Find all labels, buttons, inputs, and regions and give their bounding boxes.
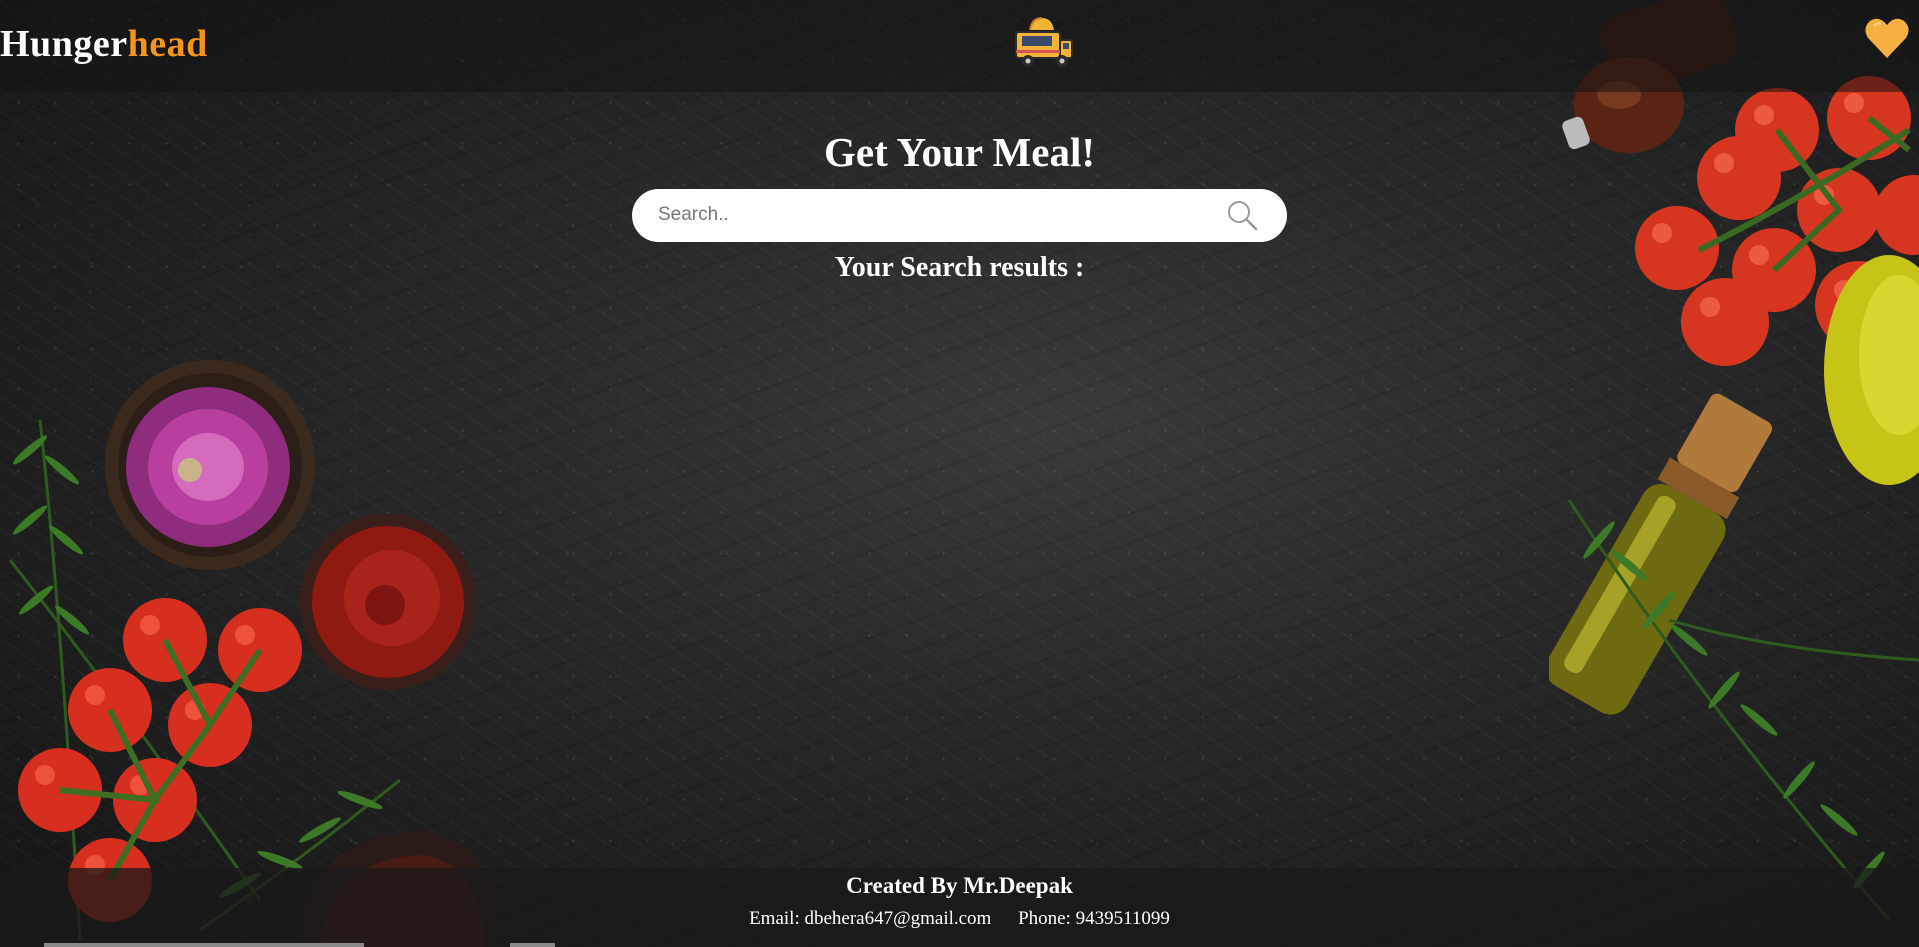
search-results-heading: Your Search results : bbox=[834, 252, 1085, 283]
search-icon[interactable] bbox=[1226, 199, 1258, 231]
food-truck-icon bbox=[1015, 17, 1073, 67]
brand-name-orange: head bbox=[127, 23, 208, 65]
header-bar: Hungerhead bbox=[0, 0, 1919, 92]
heart-icon[interactable] bbox=[1864, 16, 1910, 60]
page: Hungerhead Get Your Meal! Your Sea bbox=[0, 0, 1919, 947]
page-title: Get Your Meal! bbox=[824, 129, 1095, 175]
scrollbar-thumb[interactable] bbox=[510, 943, 555, 947]
brand-logo[interactable]: Hungerhead bbox=[0, 22, 208, 66]
footer-email: Email: dbehera647@gmail.com bbox=[749, 908, 992, 929]
search-input[interactable] bbox=[658, 198, 1218, 232]
search-bar bbox=[632, 189, 1287, 242]
brand-name-white: Hunger bbox=[0, 23, 128, 65]
scrollbar-track bbox=[44, 943, 364, 947]
footer: Created By Mr.Deepak Email: dbehera647@g… bbox=[0, 868, 1919, 947]
footer-contact: Email: dbehera647@gmail.com Phone: 94395… bbox=[0, 908, 1919, 930]
footer-phone: Phone: 9439511099 bbox=[1018, 908, 1170, 929]
footer-credit: Created By Mr.Deepak bbox=[846, 873, 1073, 898]
